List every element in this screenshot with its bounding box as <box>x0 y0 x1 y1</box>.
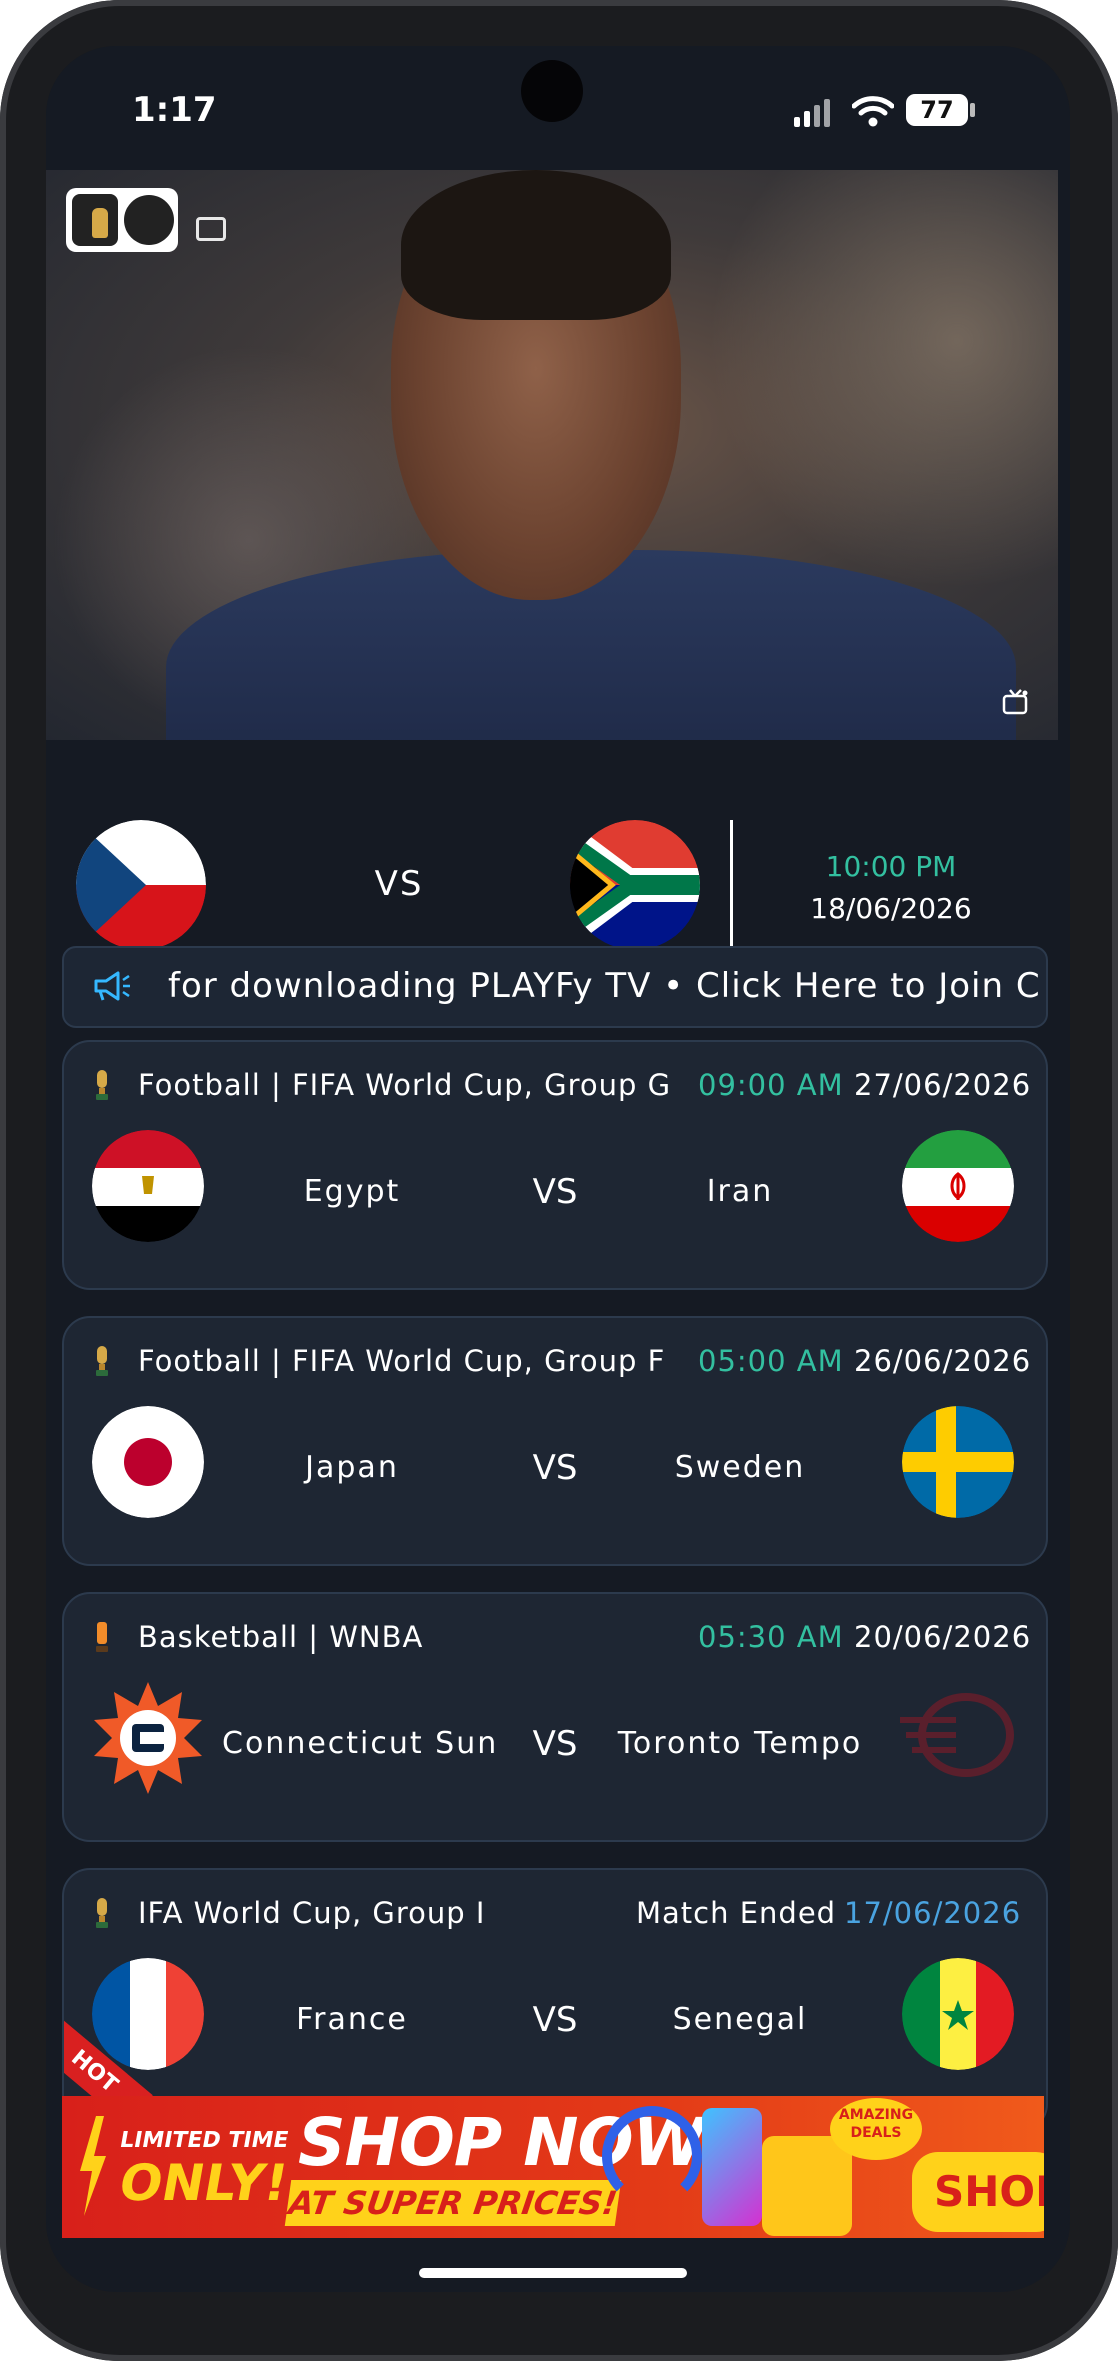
signal-icon <box>794 99 834 127</box>
match-header: IFA World Cup, Group I Match Ended 17/06… <box>64 1892 1046 1932</box>
ad-limited-text: LIMITED TIME <box>117 2128 291 2153</box>
match-vs: VS <box>532 1172 578 1212</box>
megaphone-icon <box>94 971 130 1001</box>
league-label: Basketball | WNBA <box>138 1620 424 1654</box>
match-date: 17/06/2026 <box>844 1896 1022 1930</box>
match-vs: VS <box>532 2000 578 2040</box>
match-card[interactable]: Basketball | WNBA 05:30 AM 20/06/2026 Co… <box>62 1592 1048 1842</box>
wifi-icon <box>852 96 894 127</box>
home-team: Connecticut Sun <box>222 1726 499 1761</box>
home-team: Japan <box>305 1450 399 1485</box>
status-bar: 1:17 77 <box>46 46 1070 170</box>
league-label: Football | FIFA World Cup, Group F <box>138 1344 666 1378</box>
away-team: Iran <box>706 1174 774 1209</box>
senegal-flag-icon <box>902 1958 1014 2070</box>
tv-logo-icon <box>124 195 226 245</box>
trophy-icon <box>96 1070 108 1100</box>
match-vs: VS <box>532 1724 578 1764</box>
ad-banner[interactable]: LIMITED TIME ONLY! SHOP NOW AT SUPER PRI… <box>62 2096 1044 2238</box>
czech-flag-icon <box>76 820 206 950</box>
match-header: Football | FIFA World Cup, Group F 05:00… <box>64 1340 1046 1380</box>
trophy-icon <box>96 1898 108 1928</box>
match-status: Match Ended <box>636 1896 837 1930</box>
smartphone-icon <box>702 2108 762 2226</box>
ad-only-text: ONLY! <box>114 2154 293 2212</box>
connecticut-sun-logo-icon <box>94 1682 202 1794</box>
league-label: IFA World Cup, Group I <box>138 1896 486 1930</box>
match-card[interactable]: IFA World Cup, Group I Match Ended 17/06… <box>62 1868 1048 2132</box>
away-team: Sweden <box>674 1450 806 1485</box>
iran-flag-icon <box>902 1130 1014 1242</box>
video-player[interactable] <box>46 170 1058 740</box>
ad-amazing-deals-badge: AMAZING DEALS <box>830 2098 922 2160</box>
sweden-flag-icon <box>902 1406 1014 1518</box>
announcement-text: for downloading PLAYFy TV • Click Here t… <box>168 966 1041 1006</box>
egypt-flag-icon <box>92 1130 204 1242</box>
match-vs: VS <box>532 1448 578 1488</box>
featured-divider <box>730 820 733 950</box>
match-header: Football | FIFA World Cup, Group G 09:00… <box>64 1064 1046 1104</box>
battery-icon: 77 <box>906 94 968 126</box>
ad-shop-button[interactable]: SHOP <box>912 2152 1044 2232</box>
toronto-tempo-logo-icon <box>900 1693 1014 1777</box>
match-header: Basketball | WNBA 05:30 AM 20/06/2026 <box>64 1616 1046 1656</box>
home-indicator[interactable] <box>419 2268 687 2278</box>
screen: 1:17 77 VS 10:00 PM 18/06/2026 for downl… <box>46 46 1070 2292</box>
featured-date: 18/06/2026 <box>810 892 972 925</box>
home-team: Egypt <box>303 1174 401 1209</box>
match-date: 26/06/2026 <box>854 1344 1032 1378</box>
away-team: Senegal <box>672 2002 808 2037</box>
status-time: 1:17 <box>132 90 217 130</box>
south-africa-flag-icon <box>570 820 700 950</box>
match-date: 20/06/2026 <box>854 1620 1032 1654</box>
lightning-icon <box>80 2116 106 2216</box>
cast-tv-icon[interactable] <box>1001 687 1031 717</box>
battery-tip <box>970 103 975 117</box>
away-team: Toronto Tempo <box>617 1726 863 1761</box>
match-card[interactable]: Football | FIFA World Cup, Group G 09:00… <box>62 1040 1048 1290</box>
match-time: 09:00 AM <box>698 1068 844 1102</box>
basketball-trophy-icon <box>96 1622 108 1652</box>
match-date: 27/06/2026 <box>854 1068 1032 1102</box>
featured-match[interactable]: VS 10:00 PM 18/06/2026 <box>46 740 1070 950</box>
france-flag-icon <box>92 1958 204 2070</box>
video-figure-hair <box>401 170 671 320</box>
home-team: France <box>296 2002 408 2037</box>
league-label: Football | FIFA World Cup, Group G <box>138 1068 672 1102</box>
headphones-icon <box>602 2106 702 2206</box>
featured-time: 10:00 PM <box>825 850 957 883</box>
trophy-icon <box>96 1346 108 1376</box>
match-time: 05:00 AM <box>698 1344 844 1378</box>
featured-vs: VS <box>374 864 424 904</box>
fifa-logo-icon <box>72 194 118 246</box>
channel-logo <box>66 188 226 252</box>
front-camera <box>521 60 583 122</box>
japan-flag-icon <box>92 1406 204 1518</box>
announcement-banner[interactable]: for downloading PLAYFy TV • Click Here t… <box>62 946 1048 1028</box>
ad-super-prices-text: AT SUPER PRICES! <box>284 2180 622 2226</box>
match-card[interactable]: Football | FIFA World Cup, Group F 05:00… <box>62 1316 1048 1566</box>
match-time: 05:30 AM <box>698 1620 844 1654</box>
suitcase-icon <box>762 2136 852 2236</box>
